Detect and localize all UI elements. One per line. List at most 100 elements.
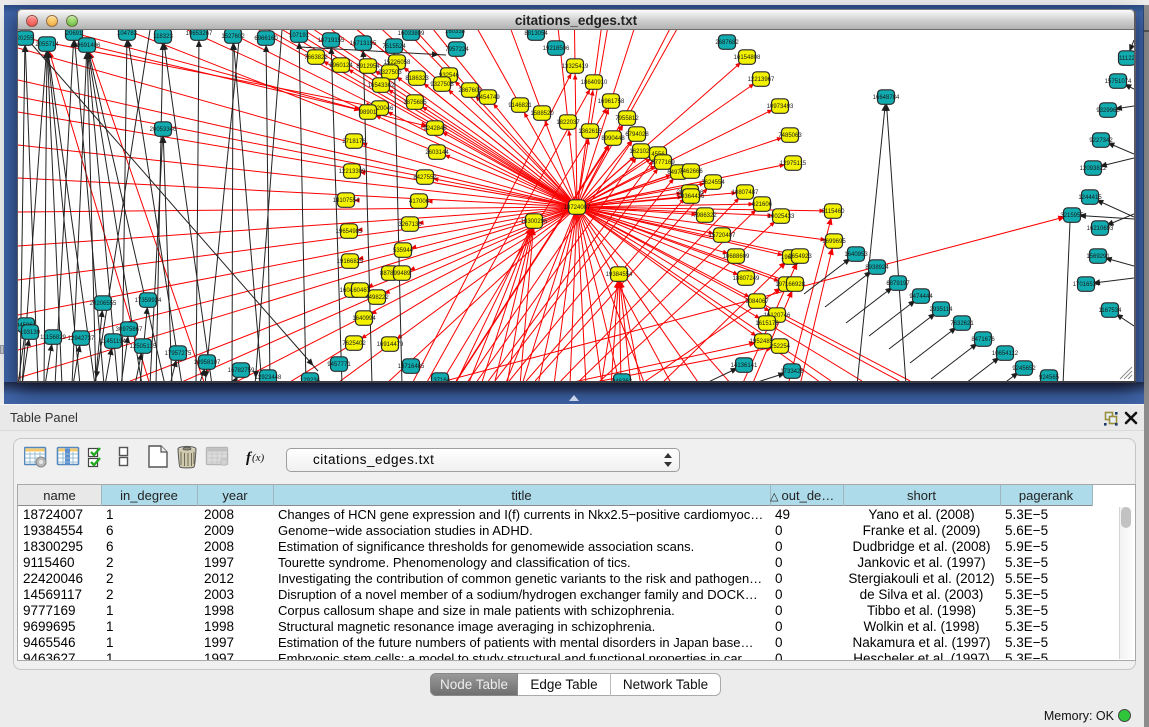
svg-text:9227342: 9227342 bbox=[1089, 138, 1113, 144]
svg-text:1527602: 1527602 bbox=[221, 34, 245, 40]
svg-text:15720407: 15720407 bbox=[709, 233, 736, 239]
svg-text:7632621: 7632621 bbox=[950, 321, 974, 327]
svg-text:13716485: 13716485 bbox=[398, 364, 425, 370]
svg-text:10958107: 10958107 bbox=[194, 360, 221, 366]
svg-text:9115460: 9115460 bbox=[822, 209, 846, 215]
svg-text:16543362: 16543362 bbox=[368, 83, 395, 89]
svg-text:9457771: 9457771 bbox=[327, 362, 351, 368]
svg-text:3267130: 3267130 bbox=[398, 222, 422, 228]
svg-text:15751074: 15751074 bbox=[1105, 79, 1132, 85]
svg-text:1640994: 1640994 bbox=[352, 316, 376, 322]
svg-text:18724007: 18724007 bbox=[564, 205, 591, 211]
svg-text:9242848: 9242848 bbox=[423, 126, 447, 132]
svg-text:7515524: 7515524 bbox=[382, 44, 406, 50]
svg-text:16210693: 16210693 bbox=[1087, 226, 1114, 232]
svg-text:99489: 99489 bbox=[394, 271, 411, 277]
svg-text:10688609: 10688609 bbox=[723, 254, 750, 260]
svg-text:17359924: 17359924 bbox=[135, 298, 162, 304]
svg-text:6879197: 6879197 bbox=[886, 281, 910, 287]
svg-text:1569291: 1569291 bbox=[1086, 254, 1110, 260]
svg-text:19218506: 19218506 bbox=[543, 46, 570, 52]
svg-text:166928: 166928 bbox=[785, 282, 806, 288]
svg-text:9327508: 9327508 bbox=[430, 82, 454, 88]
svg-text:14136141: 14136141 bbox=[731, 363, 758, 369]
svg-text:2935114: 2935114 bbox=[930, 307, 954, 313]
svg-text:8813054: 8813054 bbox=[524, 31, 548, 37]
svg-text:1654923: 1654923 bbox=[788, 254, 812, 260]
svg-text:160467: 160467 bbox=[350, 288, 371, 294]
svg-text:18807249: 18807249 bbox=[733, 276, 760, 282]
svg-text:8454749: 8454749 bbox=[476, 95, 500, 101]
svg-text:8471676: 8471676 bbox=[971, 337, 995, 343]
svg-text:8912954: 8912954 bbox=[356, 64, 380, 70]
svg-text:1822037: 1822037 bbox=[556, 120, 580, 126]
svg-text:9699695: 9699695 bbox=[822, 239, 846, 245]
svg-text:107191: 107191 bbox=[289, 33, 310, 39]
svg-text:6794028: 6794028 bbox=[625, 132, 649, 138]
svg-text:12213967: 12213967 bbox=[748, 77, 775, 83]
svg-text:9146821: 9146821 bbox=[508, 103, 532, 109]
svg-text:104783: 104783 bbox=[117, 31, 138, 37]
svg-text:16648784: 16648784 bbox=[873, 95, 900, 101]
svg-text:3215955: 3215955 bbox=[1060, 213, 1084, 219]
svg-text:8186323: 8186323 bbox=[405, 76, 429, 82]
svg-text:2603144: 2603144 bbox=[425, 150, 449, 156]
svg-text:9245652: 9245652 bbox=[1012, 366, 1036, 372]
svg-text:9327503: 9327503 bbox=[378, 70, 402, 76]
svg-text:20691: 20691 bbox=[66, 31, 83, 37]
svg-text:9329966: 9329966 bbox=[1096, 108, 1120, 114]
svg-text:12505135: 12505135 bbox=[130, 344, 157, 350]
svg-text:10807487: 10807487 bbox=[732, 190, 759, 196]
svg-text:7957224: 7957224 bbox=[445, 47, 469, 53]
svg-text:16154808: 16154808 bbox=[734, 55, 761, 61]
svg-text:8990448: 8990448 bbox=[601, 136, 625, 142]
svg-text:10719155: 10719155 bbox=[318, 38, 345, 44]
svg-text:17957275: 17957275 bbox=[165, 351, 192, 357]
svg-text:8960124: 8960124 bbox=[329, 63, 353, 69]
svg-text:1362615: 1362615 bbox=[578, 129, 602, 135]
svg-text:20691406: 20691406 bbox=[74, 43, 101, 49]
svg-text:16033809: 16033809 bbox=[398, 31, 425, 37]
svg-text:1615172: 1615172 bbox=[755, 321, 779, 327]
svg-text:1640953: 1640953 bbox=[844, 252, 868, 258]
svg-text:417006: 417006 bbox=[409, 199, 430, 205]
svg-text:(x): (x) bbox=[252, 452, 265, 464]
svg-text:4498222: 4498222 bbox=[365, 295, 389, 301]
svg-text:12093822: 12093822 bbox=[1080, 166, 1107, 172]
svg-text:10025433: 10025433 bbox=[768, 214, 795, 220]
svg-text:12213309: 12213309 bbox=[339, 169, 366, 175]
svg-text:11122: 11122 bbox=[1119, 56, 1134, 62]
svg-text:12975115: 12975115 bbox=[780, 161, 807, 167]
svg-text:3624554: 3624554 bbox=[701, 180, 725, 186]
svg-text:9777169: 9777169 bbox=[651, 160, 675, 166]
svg-text:2687682: 2687682 bbox=[715, 40, 739, 46]
svg-text:9474444: 9474444 bbox=[909, 294, 933, 300]
svg-text:18300295: 18300295 bbox=[521, 219, 548, 225]
svg-text:17016534: 17016534 bbox=[1073, 282, 1100, 288]
svg-text:12942737: 12942737 bbox=[68, 336, 95, 342]
svg-text:7663822: 7663822 bbox=[304, 55, 328, 61]
svg-text:19384554: 19384554 bbox=[606, 272, 633, 278]
svg-text:8938924: 8938924 bbox=[865, 265, 889, 271]
svg-text:252254: 252254 bbox=[770, 344, 791, 350]
svg-text:2718176: 2718176 bbox=[342, 139, 366, 145]
svg-text:16713155: 16713155 bbox=[350, 41, 377, 47]
svg-text:9084067: 9084067 bbox=[745, 299, 769, 305]
svg-text:1733426: 1733426 bbox=[780, 369, 804, 375]
svg-text:11156829: 11156829 bbox=[40, 335, 66, 341]
svg-text:3875685: 3875685 bbox=[403, 100, 427, 106]
svg-text:1588520: 1588520 bbox=[530, 111, 554, 117]
svg-text:10973493: 10973493 bbox=[767, 104, 794, 110]
svg-text:1167534: 1167534 bbox=[1099, 308, 1123, 314]
svg-text:10654112: 10654112 bbox=[992, 351, 1019, 357]
svg-text:535944: 535944 bbox=[393, 248, 414, 254]
svg-text:20255: 20255 bbox=[18, 36, 34, 42]
svg-text:7485063: 7485063 bbox=[778, 133, 802, 139]
svg-text:18640910: 18640910 bbox=[581, 80, 608, 86]
svg-text:193139: 193139 bbox=[20, 330, 41, 336]
svg-text:160338: 160338 bbox=[445, 30, 466, 35]
svg-text:1244415: 1244415 bbox=[1078, 195, 1102, 201]
svg-text:98901: 98901 bbox=[360, 110, 377, 116]
svg-text:20206555: 20206555 bbox=[90, 301, 117, 307]
svg-text:19654985: 19654985 bbox=[336, 229, 363, 235]
